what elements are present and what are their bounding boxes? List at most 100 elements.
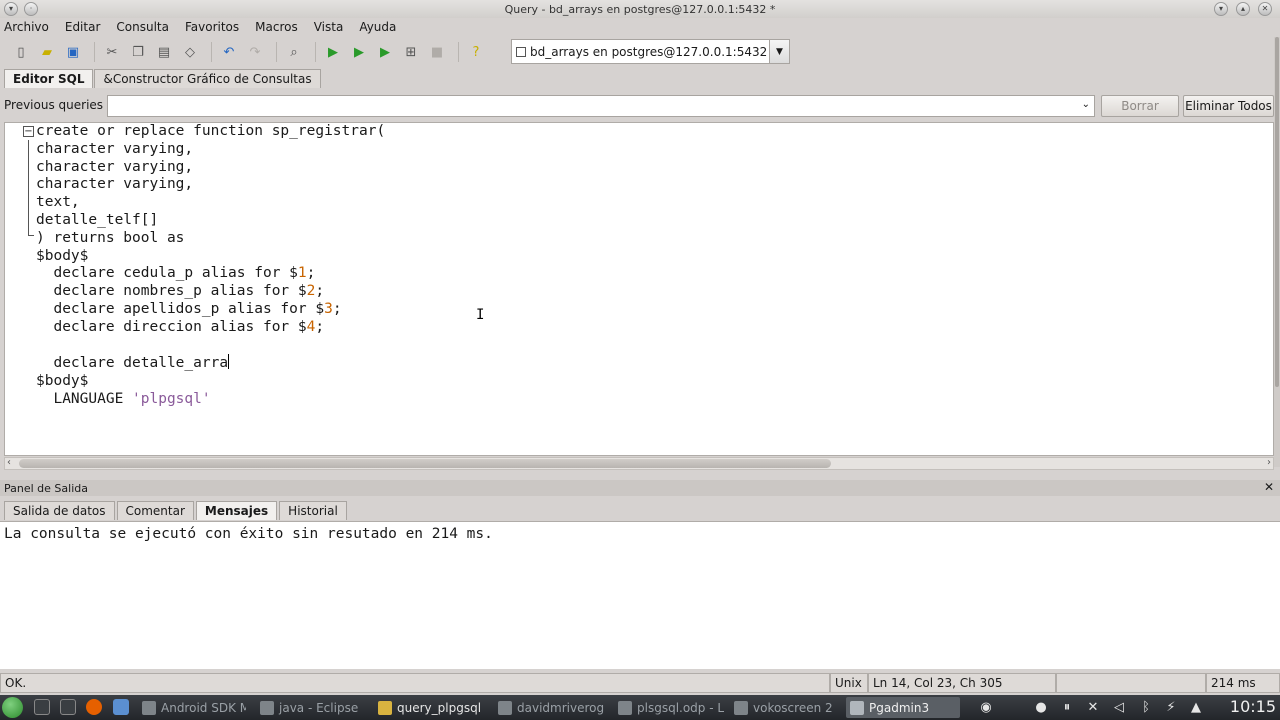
code-line[interactable]: declare detalle_arra <box>36 354 385 373</box>
scroll-left-icon[interactable]: ‹ <box>7 457 11 468</box>
code-line[interactable]: character varying, <box>36 159 385 177</box>
file-manager-icon[interactable] <box>113 699 129 715</box>
code-line[interactable]: declare direccion alias for $4; <box>36 319 385 337</box>
help-icon[interactable]: ? <box>465 41 487 63</box>
code-line[interactable] <box>36 337 385 355</box>
code-line[interactable]: text, <box>36 194 385 212</box>
task-plsgsql-odp[interactable]: plsgsql.odp - L <box>614 697 724 718</box>
bluetooth-icon[interactable]: ᛒ <box>1137 698 1155 716</box>
menu-favoritos[interactable]: Favoritos <box>185 20 239 34</box>
close-icon[interactable]: ✕ <box>1264 480 1274 494</box>
cancel-icon[interactable]: ■ <box>426 41 448 63</box>
pause-icon[interactable]: ⏸ <box>1058 698 1076 716</box>
scrollbar-thumb[interactable] <box>19 459 831 468</box>
menu-ayuda[interactable]: Ayuda <box>359 20 396 34</box>
chrome-icon[interactable]: ◉ <box>977 698 995 716</box>
terminal-icon[interactable] <box>60 699 76 715</box>
open-folder-icon[interactable]: ▰ <box>36 41 58 63</box>
tray-expand-icon[interactable]: ▲ <box>1187 698 1205 716</box>
app-icon <box>734 700 748 715</box>
task-query-plpgsql[interactable]: query_plpgsql <box>374 697 484 718</box>
record-stop-icon[interactable]: ● <box>1032 698 1050 716</box>
execute-icon[interactable]: ▶ <box>322 41 344 63</box>
scroll-right-icon[interactable]: › <box>1267 457 1271 468</box>
find-icon[interactable]: ⌕ <box>283 41 305 63</box>
status-position: Ln 14, Col 23, Ch 305 <box>868 673 1056 693</box>
horizontal-scrollbar[interactable]: ‹ › <box>4 457 1274 470</box>
code-line[interactable]: declare nombres_p alias for $2; <box>36 283 385 301</box>
task-pgadmin3[interactable]: Pgadmin3 <box>846 697 960 718</box>
tab-editor-sql[interactable]: Editor SQL <box>4 69 94 88</box>
tools-icon[interactable]: ✕ <box>1084 698 1102 716</box>
delete-all-button[interactable]: Eliminar Todos <box>1183 95 1274 117</box>
result-message: La consulta se ejecutó con éxito sin res… <box>4 526 493 542</box>
execute-pgscript-icon[interactable]: ▶ <box>348 41 370 63</box>
app-icon <box>850 700 864 715</box>
task-eclipse[interactable]: java - Eclipse <box>256 697 368 718</box>
code-text[interactable]: create or replace function sp_registrar(… <box>36 123 385 409</box>
tab-comentar[interactable]: Comentar <box>116 501 194 520</box>
paste-icon[interactable]: ▤ <box>153 41 175 63</box>
task-android-sdk[interactable]: Android SDK M <box>138 697 246 718</box>
maximize-icon[interactable]: ▴ <box>1236 2 1250 16</box>
menu-editar[interactable]: Editar <box>65 20 101 34</box>
task-vokoscreen[interactable]: vokoscreen 2 <box>730 697 838 718</box>
clear-icon[interactable]: ◇ <box>179 41 201 63</box>
app-icon <box>618 700 632 715</box>
window-titlebar[interactable]: ▾ · Query - bd_arrays en postgres@127.0.… <box>0 0 1280 18</box>
window-title: Query - bd_arrays en postgres@127.0.0.1:… <box>504 2 776 16</box>
redo-icon[interactable]: ↷ <box>244 41 266 63</box>
output-panel-label: Panel de Salida <box>4 481 88 495</box>
toolbar-separator <box>276 42 277 62</box>
code-line[interactable]: ) returns bool as <box>36 230 385 248</box>
fold-collapse-icon[interactable]: − <box>23 126 34 137</box>
code-line[interactable]: $body$ <box>36 248 385 266</box>
output-panel-title: Panel de Salida ✕ <box>0 480 1280 496</box>
close-icon[interactable]: ✕ <box>1258 2 1272 16</box>
new-file-icon[interactable]: ▯ <box>10 41 32 63</box>
messages-output[interactable]: La consulta se ejecutó con éxito sin res… <box>0 521 1280 669</box>
chevron-down-icon[interactable]: ▼ <box>769 40 789 63</box>
toolbar: ▯ ▰ ▣ ✂ ❐ ▤ ◇ ↶ ↷ ⌕ ▶ ▶ ▶ ⊞ ■ ? bd_array… <box>0 37 1280 67</box>
previous-queries-select[interactable]: ⌄ <box>107 95 1095 117</box>
code-line[interactable]: detalle_telf[] <box>36 212 385 230</box>
copy-icon[interactable]: ❐ <box>127 41 149 63</box>
text-cursor-icon: I <box>476 307 485 323</box>
sql-editor[interactable]: − create or replace function sp_registra… <box>4 122 1274 456</box>
task-label: query_plpgsql <box>397 700 482 715</box>
start-menu-icon[interactable] <box>2 697 23 718</box>
undo-icon[interactable]: ↶ <box>218 41 240 63</box>
tab-historial[interactable]: Historial <box>279 501 347 520</box>
scrollbar-thumb[interactable] <box>1275 37 1279 387</box>
tab-mensajes[interactable]: Mensajes <box>195 501 278 520</box>
code-line[interactable]: $body$ <box>36 373 385 391</box>
save-icon[interactable]: ▣ <box>62 41 84 63</box>
code-line[interactable]: character varying, <box>36 141 385 159</box>
execute-to-file-icon[interactable]: ▶ <box>374 41 396 63</box>
connection-select[interactable]: bd_arrays en postgres@127.0.0.1:5432 ▼ <box>511 39 790 64</box>
code-line[interactable]: character varying, <box>36 176 385 194</box>
task-label: vokoscreen 2 <box>753 700 833 715</box>
firefox-icon[interactable] <box>86 699 102 715</box>
minimize-icon[interactable]: ▾ <box>1214 2 1228 16</box>
code-line[interactable]: declare apellidos_p alias for $3; <box>36 301 385 319</box>
chevron-down-icon[interactable]: ⌄ <box>1082 99 1090 110</box>
connection-checkbox-icon <box>516 46 526 57</box>
desktop-icon[interactable] <box>34 699 50 715</box>
cut-icon[interactable]: ✂ <box>101 41 123 63</box>
menu-vista[interactable]: Vista <box>314 20 344 34</box>
task-davidmriverog[interactable]: davidmriverog <box>494 697 606 718</box>
volume-icon[interactable]: ◁ <box>1110 698 1128 716</box>
tab-constructor-grafico[interactable]: &Constructor Gráfico de Consultas <box>94 69 321 88</box>
tab-salida-de-datos[interactable]: Salida de datos <box>4 501 115 520</box>
menu-archivo[interactable]: Archivo <box>4 20 49 34</box>
code-line[interactable]: LANGUAGE 'plpgsql' <box>36 391 385 409</box>
code-line[interactable]: create or replace function sp_registrar( <box>36 123 385 141</box>
explain-icon[interactable]: ⊞ <box>400 41 422 63</box>
delete-button[interactable]: Borrar <box>1101 95 1179 117</box>
menu-macros[interactable]: Macros <box>255 20 298 34</box>
output-tabs: Salida de datos Comentar Mensajes Histor… <box>4 501 349 520</box>
network-icon[interactable]: ⚡ <box>1162 698 1180 716</box>
code-line[interactable]: declare cedula_p alias for $1; <box>36 265 385 283</box>
menu-consulta[interactable]: Consulta <box>116 20 169 34</box>
